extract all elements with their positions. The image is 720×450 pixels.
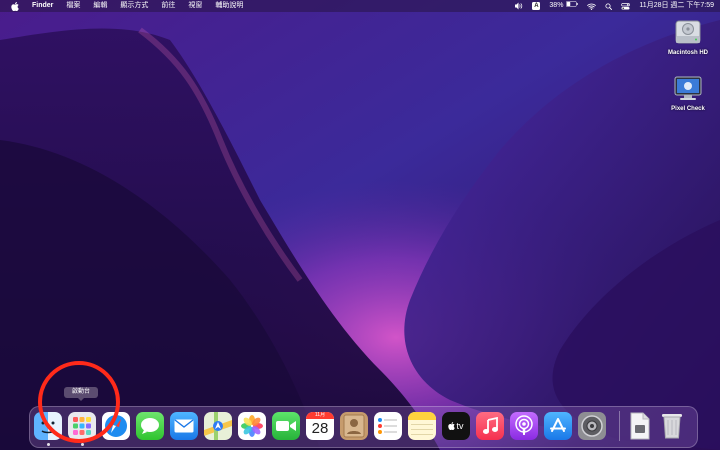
input-method-icon[interactable]: A <box>532 2 541 10</box>
volume-icon[interactable] <box>514 2 523 10</box>
dock-apple-tv[interactable]: tv <box>442 412 470 440</box>
dock-facetime[interactable] <box>272 412 300 440</box>
control-center-icon[interactable] <box>621 2 631 10</box>
music-icon <box>483 417 498 434</box>
highlight-annotation-circle <box>38 361 120 443</box>
menu-edit[interactable]: 編輯 <box>87 0 114 12</box>
dock-music[interactable] <box>476 412 504 440</box>
running-indicator-finder <box>47 443 50 446</box>
maps-icon <box>204 412 232 440</box>
dock-separator <box>619 411 620 441</box>
trash-icon <box>662 414 682 439</box>
dock-photos[interactable] <box>238 412 266 440</box>
dock-podcasts[interactable] <box>510 412 538 440</box>
monitor-app-icon <box>674 76 702 100</box>
desktop-icon-macintosh-hd[interactable]: Macintosh HD <box>658 18 718 56</box>
menu-help[interactable]: 輔助說明 <box>209 0 250 12</box>
running-indicator-launchpad <box>81 443 84 446</box>
menubar-datetime[interactable]: 11月28日 週二 下午7:59 <box>639 0 714 12</box>
facetime-icon <box>276 421 296 431</box>
dock-reminders[interactable] <box>374 412 402 440</box>
battery-percent: 38% <box>549 2 564 9</box>
calendar-month: 11月 <box>306 412 334 419</box>
apple-tv-label: tv <box>456 421 464 431</box>
wifi-icon[interactable] <box>587 3 597 10</box>
document-icon <box>630 412 650 440</box>
dock-system-preferences[interactable] <box>578 412 606 440</box>
dock-notes[interactable] <box>408 412 436 440</box>
dock-document[interactable] <box>626 412 654 440</box>
menu-window[interactable]: 視窗 <box>182 0 209 12</box>
menu-file[interactable]: 檔案 <box>60 0 87 12</box>
system-preferences-icon <box>581 415 603 437</box>
desktop-icon-pixel-check[interactable]: Pixel Check <box>658 74 718 112</box>
notes-icon <box>408 412 436 435</box>
menu-go[interactable]: 前往 <box>155 0 182 12</box>
dock-calendar[interactable]: 11月 28 <box>306 412 334 440</box>
dock-app-store[interactable] <box>544 412 572 440</box>
menu-view[interactable]: 顯示方式 <box>114 0 155 12</box>
desktop-icon-label: Macintosh HD <box>667 50 708 56</box>
dock-messages[interactable] <box>136 412 164 440</box>
contacts-icon <box>343 414 365 438</box>
dock-trash[interactable] <box>658 412 686 440</box>
hard-drive-icon <box>675 20 701 44</box>
battery-status[interactable]: 38% <box>549 0 579 12</box>
apple-menu-icon[interactable] <box>10 0 20 12</box>
battery-icon <box>566 0 579 12</box>
podcasts-icon <box>515 415 533 435</box>
menu-bar: Finder 檔案 編輯 顯示方式 前往 視窗 輔助說明 A 38% 11月28… <box>0 0 720 12</box>
apple-tv-icon: tv <box>448 421 464 431</box>
reminders-icon <box>378 418 397 434</box>
dock-contacts[interactable] <box>340 412 368 440</box>
spotlight-search-icon[interactable] <box>605 2 613 10</box>
app-store-icon <box>550 418 566 432</box>
desktop-icon-label: Pixel Check <box>671 106 705 112</box>
calendar-day: 28 <box>311 420 329 437</box>
mail-icon <box>174 419 194 433</box>
photos-icon <box>241 415 263 437</box>
menu-app-name[interactable]: Finder <box>26 0 60 12</box>
messages-icon <box>141 418 159 434</box>
dock-mail[interactable] <box>170 412 198 440</box>
dock-maps[interactable] <box>204 412 232 440</box>
